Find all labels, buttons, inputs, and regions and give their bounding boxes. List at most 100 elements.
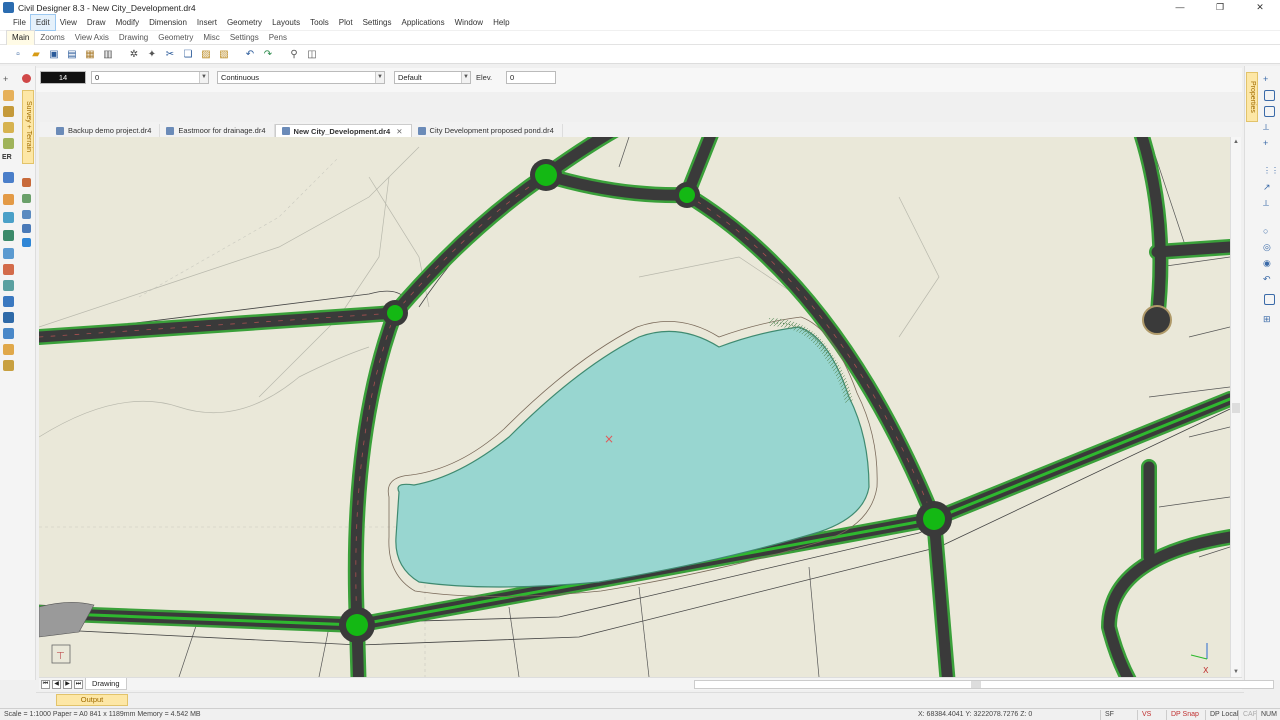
- tab-settings[interactable]: Settings: [225, 31, 264, 45]
- snap-nearest-icon[interactable]: ↗: [1263, 182, 1274, 193]
- undo-icon[interactable]: ↶: [242, 46, 258, 62]
- table-tool-icon[interactable]: [22, 210, 31, 219]
- menu-edit[interactable]: Edit: [29, 14, 56, 31]
- hatch-tool-icon[interactable]: [3, 194, 14, 205]
- scroll-thumb[interactable]: [1232, 403, 1240, 413]
- marker-red-icon[interactable]: [22, 74, 31, 83]
- sheet-tab-drawing[interactable]: Drawing: [85, 678, 127, 690]
- report-icon[interactable]: [3, 344, 14, 355]
- chevron-down-icon[interactable]: ▼: [375, 72, 384, 83]
- open-folder-icon[interactable]: ▰: [28, 46, 44, 62]
- menu-applications[interactable]: Applications: [396, 15, 449, 30]
- pen-select[interactable]: Default ▼: [394, 71, 471, 84]
- scroll-up-icon[interactable]: ▲: [1233, 139, 1239, 145]
- menu-insert[interactable]: Insert: [192, 15, 222, 30]
- menu-file[interactable]: File: [8, 15, 31, 30]
- survey-point-icon[interactable]: [3, 90, 14, 101]
- info-icon[interactable]: [22, 238, 31, 247]
- snap-endpoint-icon[interactable]: +: [1263, 74, 1274, 85]
- elevation-input[interactable]: 0: [506, 71, 556, 84]
- chevron-down-icon[interactable]: ▼: [461, 72, 470, 83]
- menu-geometry[interactable]: Geometry: [222, 15, 267, 30]
- profile-tool-icon[interactable]: [3, 248, 14, 259]
- minimize-button[interactable]: —: [1160, 0, 1200, 15]
- survey-terrain-side-tab[interactable]: Survey + Terrain: [22, 90, 34, 164]
- tab-main[interactable]: Main: [6, 30, 36, 45]
- layer-manager-icon[interactable]: [3, 172, 14, 183]
- snap-tangent-icon[interactable]: ○: [1263, 226, 1274, 237]
- snap-midpoint-icon[interactable]: [1264, 90, 1275, 101]
- first-sheet-icon[interactable]: ⏮: [41, 680, 50, 689]
- paste-special-icon[interactable]: ▧: [216, 46, 232, 62]
- color-swatch-field[interactable]: 14: [40, 71, 86, 84]
- paste-icon[interactable]: ▨: [198, 46, 214, 62]
- new-file-icon[interactable]: ▫: [10, 46, 26, 62]
- scroll-thumb[interactable]: [971, 681, 981, 688]
- snap-quadrant-icon[interactable]: ◎: [1263, 242, 1274, 253]
- doc-tab[interactable]: Backup demo project.dr4: [50, 124, 161, 137]
- stormwater-icon[interactable]: [3, 296, 14, 307]
- maximize-button[interactable]: ❐: [1200, 0, 1240, 15]
- tab-zooms[interactable]: Zooms: [35, 31, 69, 45]
- water-network-icon[interactable]: [3, 328, 14, 339]
- grid-tool-icon[interactable]: [22, 178, 31, 187]
- site-plan-drawing[interactable]: × ⊤ X: [39, 137, 1230, 677]
- snap-osnap-icon[interactable]: ⊞: [1263, 314, 1274, 325]
- menu-dimension[interactable]: Dimension: [144, 15, 192, 30]
- print-icon[interactable]: ▥: [100, 46, 116, 62]
- snap-arc-icon[interactable]: ↶: [1263, 274, 1274, 285]
- er-tool-icon[interactable]: ER: [2, 154, 13, 165]
- tab-pens[interactable]: Pens: [264, 31, 292, 45]
- chart-tool-icon[interactable]: [22, 224, 31, 233]
- properties-side-tab[interactable]: Properties: [1246, 72, 1258, 122]
- chevron-down-icon[interactable]: ▼: [199, 72, 208, 83]
- snap-intersection-icon[interactable]: ⟂: [1263, 122, 1274, 133]
- image-tool-icon[interactable]: [22, 194, 31, 203]
- doc-tab[interactable]: Eastmoor for drainage.dr4: [160, 124, 275, 137]
- copy-icon[interactable]: ❏: [180, 46, 196, 62]
- snap-center-icon[interactable]: [1264, 106, 1275, 117]
- tab-drawing[interactable]: Drawing: [114, 31, 153, 45]
- menu-modify[interactable]: Modify: [111, 15, 145, 30]
- drawing-canvas[interactable]: × ⊤ X: [39, 137, 1230, 677]
- pipe-network-icon[interactable]: [3, 230, 14, 241]
- menu-help[interactable]: Help: [488, 15, 514, 30]
- snap-line-icon[interactable]: ⟂: [1263, 198, 1274, 209]
- vertical-scrollbar[interactable]: ▲ ▼: [1230, 137, 1241, 677]
- redo-icon[interactable]: ↷: [260, 46, 276, 62]
- next-sheet-icon[interactable]: ▶: [63, 680, 72, 689]
- save-icon[interactable]: ▣: [46, 46, 62, 62]
- tab-view-axis[interactable]: View Axis: [70, 31, 114, 45]
- scroll-down-icon[interactable]: ▼: [1233, 669, 1239, 675]
- menu-plot[interactable]: Plot: [334, 15, 358, 30]
- status-vs[interactable]: VS: [1137, 710, 1155, 720]
- contour-icon[interactable]: [3, 122, 14, 133]
- doc-tab-active[interactable]: New City_Development.dr4 ✕: [274, 124, 412, 137]
- status-dp-snap[interactable]: DP Snap: [1166, 710, 1203, 720]
- snap-node-icon[interactable]: ◉: [1263, 258, 1274, 269]
- doc-tab[interactable]: City Development proposed pond.dr4: [412, 124, 563, 137]
- tab-misc[interactable]: Misc: [198, 31, 224, 45]
- print-preview-icon[interactable]: ▦: [82, 46, 98, 62]
- linetype-select[interactable]: Continuous ▼: [217, 71, 385, 84]
- sewer-icon[interactable]: [3, 312, 14, 323]
- export-icon[interactable]: [3, 360, 14, 371]
- horizontal-scrollbar[interactable]: [694, 680, 1274, 689]
- last-sheet-icon[interactable]: ⏭: [74, 680, 83, 689]
- prev-sheet-icon[interactable]: ◀: [52, 680, 61, 689]
- menu-tools[interactable]: Tools: [305, 15, 334, 30]
- zoom-icon[interactable]: ⚲: [286, 46, 302, 62]
- status-dp-local[interactable]: DP Local: [1205, 710, 1242, 720]
- save-all-icon[interactable]: ▤: [64, 46, 80, 62]
- volume-tool-icon[interactable]: [3, 280, 14, 291]
- cut-icon[interactable]: ✂: [162, 46, 178, 62]
- layer-select[interactable]: 0 ▼: [91, 71, 209, 84]
- snap-settings-icon[interactable]: [1264, 294, 1275, 305]
- snap-perpendicular-icon[interactable]: +: [1263, 138, 1274, 149]
- terrain-model-icon[interactable]: [3, 106, 14, 117]
- menu-settings[interactable]: Settings: [358, 15, 397, 30]
- settings-icon[interactable]: ✲: [126, 46, 142, 62]
- menu-window[interactable]: Window: [450, 15, 488, 30]
- section-tool-icon[interactable]: [3, 264, 14, 275]
- road-design-icon[interactable]: [3, 212, 14, 223]
